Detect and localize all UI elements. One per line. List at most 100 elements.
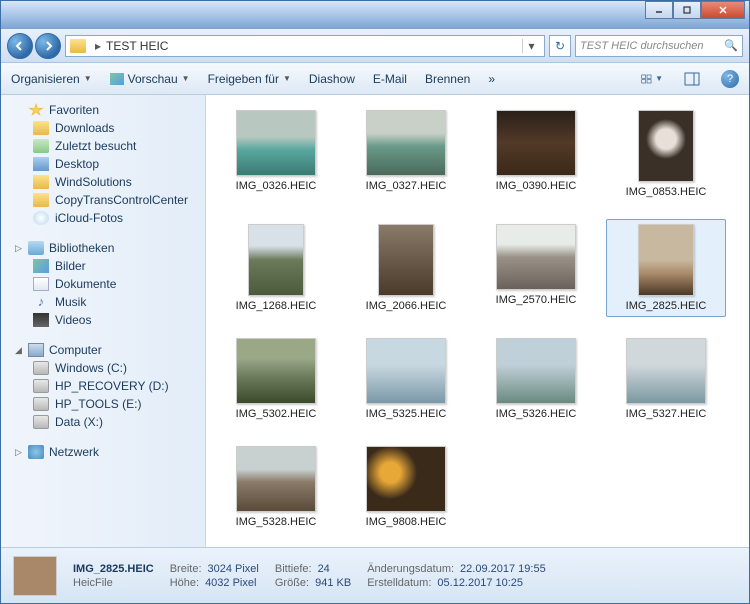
details-pane: IMG_2825.HEIC HeicFile Breite:3024 Pixel… (1, 547, 749, 603)
drive-icon (33, 379, 49, 393)
folder-icon (33, 193, 49, 207)
drive-icon (33, 415, 49, 429)
sidebar-item-zuletzt-besucht[interactable]: Zuletzt besucht (1, 137, 205, 155)
organize-menu[interactable]: Organisieren▼ (11, 72, 92, 86)
file-item[interactable]: IMG_0853.HEIC (606, 105, 726, 203)
nav-bar: ▸ TEST HEIC ▾ ↻ TEST HEIC durchsuchen 🔍 (1, 29, 749, 63)
sidebar-header-favoriten[interactable]: Favoriten (1, 101, 205, 119)
preview-pane-button[interactable] (681, 69, 703, 89)
toolbar: Organisieren▼ Vorschau▼ Freigeben für▼ D… (1, 63, 749, 95)
address-dropdown-icon[interactable]: ▾ (522, 39, 540, 53)
toolbar-overflow[interactable]: » (488, 72, 495, 86)
file-item[interactable]: IMG_2066.HEIC (346, 219, 466, 317)
navigation-pane: FavoritenDownloadsZuletzt besuchtDesktop… (1, 95, 206, 547)
file-item[interactable]: IMG_5325.HEIC (346, 333, 466, 425)
thumbnail-image (496, 110, 576, 176)
sidebar-item-hp-tools-e-[interactable]: HP_TOOLS (E:) (1, 395, 205, 413)
file-name-label: IMG_5325.HEIC (366, 408, 447, 420)
sidebar-item-hp-recovery-d-[interactable]: HP_RECOVERY (D:) (1, 377, 205, 395)
sidebar-item-copytranscontrolcenter[interactable]: CopyTransControlCenter (1, 191, 205, 209)
sidebar-header-netzwerk[interactable]: ▷Netzwerk (1, 443, 205, 461)
help-button[interactable]: ? (721, 70, 739, 88)
maximize-button[interactable] (673, 1, 701, 19)
file-item[interactable]: IMG_5327.HEIC (606, 333, 726, 425)
thumbnail-image (236, 338, 316, 404)
sidebar-item-downloads[interactable]: Downloads (1, 119, 205, 137)
thumbnail-image (638, 224, 694, 296)
file-item[interactable]: IMG_2825.HEIC (606, 219, 726, 317)
search-placeholder: TEST HEIC durchsuchen (580, 40, 704, 52)
details-width-label: Breite: (170, 563, 202, 575)
address-bar[interactable]: ▸ TEST HEIC ▾ (65, 35, 545, 57)
file-item[interactable]: IMG_2570.HEIC (476, 219, 596, 317)
details-modified-label: Änderungsdatum: (367, 563, 454, 575)
net-icon (28, 445, 44, 459)
file-item[interactable]: IMG_1268.HEIC (216, 219, 336, 317)
sidebar-item-windows-c-[interactable]: Windows (C:) (1, 359, 205, 377)
file-name-label: IMG_2570.HEIC (496, 294, 577, 306)
file-item[interactable]: IMG_5326.HEIC (476, 333, 596, 425)
thumbnail-image (496, 224, 576, 290)
sidebar-header-computer[interactable]: ◢Computer (1, 341, 205, 359)
thumbnail-image (248, 224, 304, 296)
details-height-value: 4032 Pixel (205, 577, 256, 589)
thumbnail-image (236, 110, 316, 176)
email-button[interactable]: E-Mail (373, 72, 407, 86)
preview-menu[interactable]: Vorschau▼ (110, 72, 190, 86)
content-area[interactable]: IMG_0326.HEIC IMG_0327.HEIC IMG_0390.HEI… (206, 95, 749, 547)
breadcrumb-arrow-icon[interactable]: ▸ (90, 39, 106, 53)
minimize-button[interactable] (645, 1, 673, 19)
sidebar-item-videos[interactable]: Videos (1, 311, 205, 329)
file-item[interactable]: IMG_9808.HEIC (346, 441, 466, 533)
back-button[interactable] (7, 33, 33, 59)
thumbnail-image (496, 338, 576, 404)
sidebar-item-musik[interactable]: ♪Musik (1, 293, 205, 311)
sidebar-item-dokumente[interactable]: Dokumente (1, 275, 205, 293)
sidebar-item-icloud-fotos[interactable]: iCloud-Fotos (1, 209, 205, 227)
close-button[interactable] (701, 1, 745, 19)
search-icon: 🔍 (724, 39, 738, 52)
share-menu[interactable]: Freigeben für▼ (208, 72, 291, 86)
forward-button[interactable] (35, 33, 61, 59)
breadcrumb-segment[interactable]: TEST HEIC (106, 39, 168, 53)
details-size-label: Größe: (275, 577, 309, 589)
details-filetype: HeicFile (73, 577, 113, 589)
file-name-label: IMG_5302.HEIC (236, 408, 317, 420)
file-name-label: IMG_5328.HEIC (236, 516, 317, 528)
file-item[interactable]: IMG_5328.HEIC (216, 441, 336, 533)
folder-icon (70, 39, 86, 53)
sidebar-item-data-x-[interactable]: Data (X:) (1, 413, 205, 431)
refresh-button[interactable]: ↻ (549, 35, 571, 57)
thumbnail-image (366, 446, 446, 512)
file-item[interactable]: IMG_0390.HEIC (476, 105, 596, 203)
music-icon: ♪ (33, 295, 49, 309)
thumbnail-image (626, 338, 706, 404)
view-options-button[interactable]: ▼ (641, 69, 663, 89)
sidebar-item-desktop[interactable]: Desktop (1, 155, 205, 173)
file-name-label: IMG_1268.HEIC (236, 300, 317, 312)
burn-button[interactable]: Brennen (425, 72, 470, 86)
details-modified-value: 22.09.2017 19:55 (460, 563, 546, 575)
thumbnail-image (378, 224, 434, 296)
search-input[interactable]: TEST HEIC durchsuchen 🔍 (575, 35, 743, 57)
titlebar[interactable] (1, 1, 749, 29)
slideshow-button[interactable]: Diashow (309, 72, 355, 86)
sidebar-item-windsolutions[interactable]: WindSolutions (1, 173, 205, 191)
details-thumbnail (13, 556, 57, 596)
file-name-label: IMG_2825.HEIC (626, 300, 707, 312)
cloud-icon (33, 211, 49, 225)
thumbnail-image (366, 110, 446, 176)
details-filename: IMG_2825.HEIC (73, 563, 154, 575)
sidebar-header-bibliotheken[interactable]: ▷Bibliotheken (1, 239, 205, 257)
details-size-value: 941 KB (315, 577, 351, 589)
file-name-label: IMG_9808.HEIC (366, 516, 447, 528)
file-item[interactable]: IMG_0327.HEIC (346, 105, 466, 203)
folder-icon (33, 175, 49, 189)
sidebar-item-bilder[interactable]: Bilder (1, 257, 205, 275)
file-item[interactable]: IMG_0326.HEIC (216, 105, 336, 203)
img-icon (33, 259, 49, 273)
file-item[interactable]: IMG_5302.HEIC (216, 333, 336, 425)
video-icon (33, 313, 49, 327)
file-name-label: IMG_5327.HEIC (626, 408, 707, 420)
recent-icon (33, 139, 49, 153)
